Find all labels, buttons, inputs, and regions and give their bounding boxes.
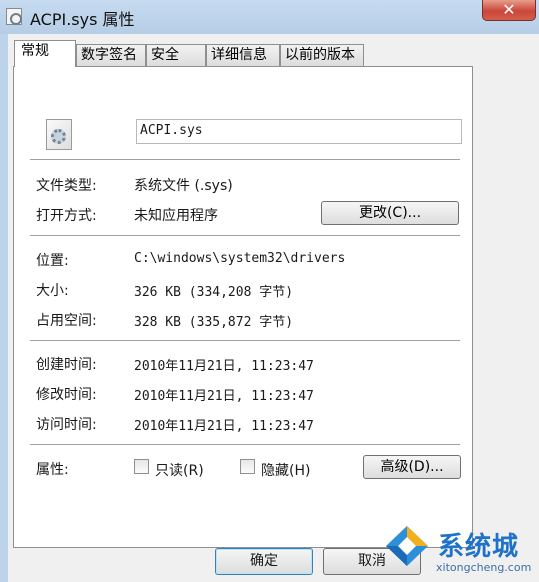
- watermark-url: xitongcheng.com: [436, 561, 532, 574]
- file-type-value: 系统文件 (.sys): [134, 178, 233, 194]
- modified-value: 2010年11月21日, 11:23:47: [134, 389, 314, 404]
- size-on-disk-value: 328 KB (335,872 字节): [134, 315, 294, 330]
- separator: [30, 444, 460, 445]
- modified-label: 修改时间:: [36, 387, 97, 403]
- created-value: 2010年11月21日, 11:23:47: [134, 359, 314, 374]
- tab-general[interactable]: 常规: [14, 40, 76, 67]
- size-on-disk-label: 占用空间:: [36, 313, 97, 329]
- advanced-button[interactable]: 高级(D)...: [363, 455, 461, 479]
- title-bar[interactable]: ACPI.sys 属性 ✕: [0, 0, 539, 34]
- readonly-label[interactable]: 只读(R): [155, 460, 204, 480]
- size-value: 326 KB (334,208 字节): [134, 285, 294, 300]
- opens-with-value: 未知应用程序: [134, 208, 218, 224]
- separator: [30, 159, 460, 160]
- accessed-value: 2010年11月21日, 11:23:47: [134, 419, 314, 434]
- change-button[interactable]: 更改(C)...: [321, 201, 459, 225]
- window-title: ACPI.sys 属性: [30, 10, 135, 29]
- accessed-label: 访问时间:: [36, 417, 97, 433]
- size-label: 大小:: [36, 283, 69, 299]
- location-value: C:\windows\system32\drivers: [134, 251, 346, 266]
- file-type-label: 文件类型:: [36, 178, 97, 194]
- ok-button[interactable]: 确定: [215, 548, 313, 575]
- file-icon: [6, 8, 22, 25]
- file-name-field[interactable]: ACPI.sys: [136, 119, 462, 144]
- hidden-checkbox[interactable]: [240, 459, 255, 474]
- hidden-label[interactable]: 隐藏(H): [261, 460, 310, 480]
- tab-security[interactable]: 安全: [146, 44, 206, 66]
- tab-details[interactable]: 详细信息: [206, 44, 280, 66]
- opens-with-label: 打开方式:: [36, 208, 97, 224]
- watermark-brand: 系统城: [438, 532, 520, 562]
- separator: [30, 340, 460, 341]
- created-label: 创建时间:: [36, 357, 97, 373]
- general-panel: ACPI.sys 文件类型: 系统文件 (.sys) 打开方式: 未知应用程序 …: [13, 66, 473, 548]
- system-file-icon: [46, 119, 72, 150]
- readonly-checkbox[interactable]: [134, 459, 149, 474]
- close-button[interactable]: ✕: [482, 0, 536, 21]
- properties-dialog: 常规 数字签名 安全 详细信息 以前的版本 ACPI.sys 文件类型: 系统文…: [8, 34, 539, 582]
- watermark-logo-icon: [386, 526, 428, 566]
- tab-previous-versions[interactable]: 以前的版本: [280, 44, 364, 66]
- location-label: 位置:: [36, 253, 69, 269]
- separator: [30, 235, 460, 236]
- attributes-label: 属性:: [36, 462, 69, 478]
- tab-digital-signatures[interactable]: 数字签名: [76, 44, 146, 66]
